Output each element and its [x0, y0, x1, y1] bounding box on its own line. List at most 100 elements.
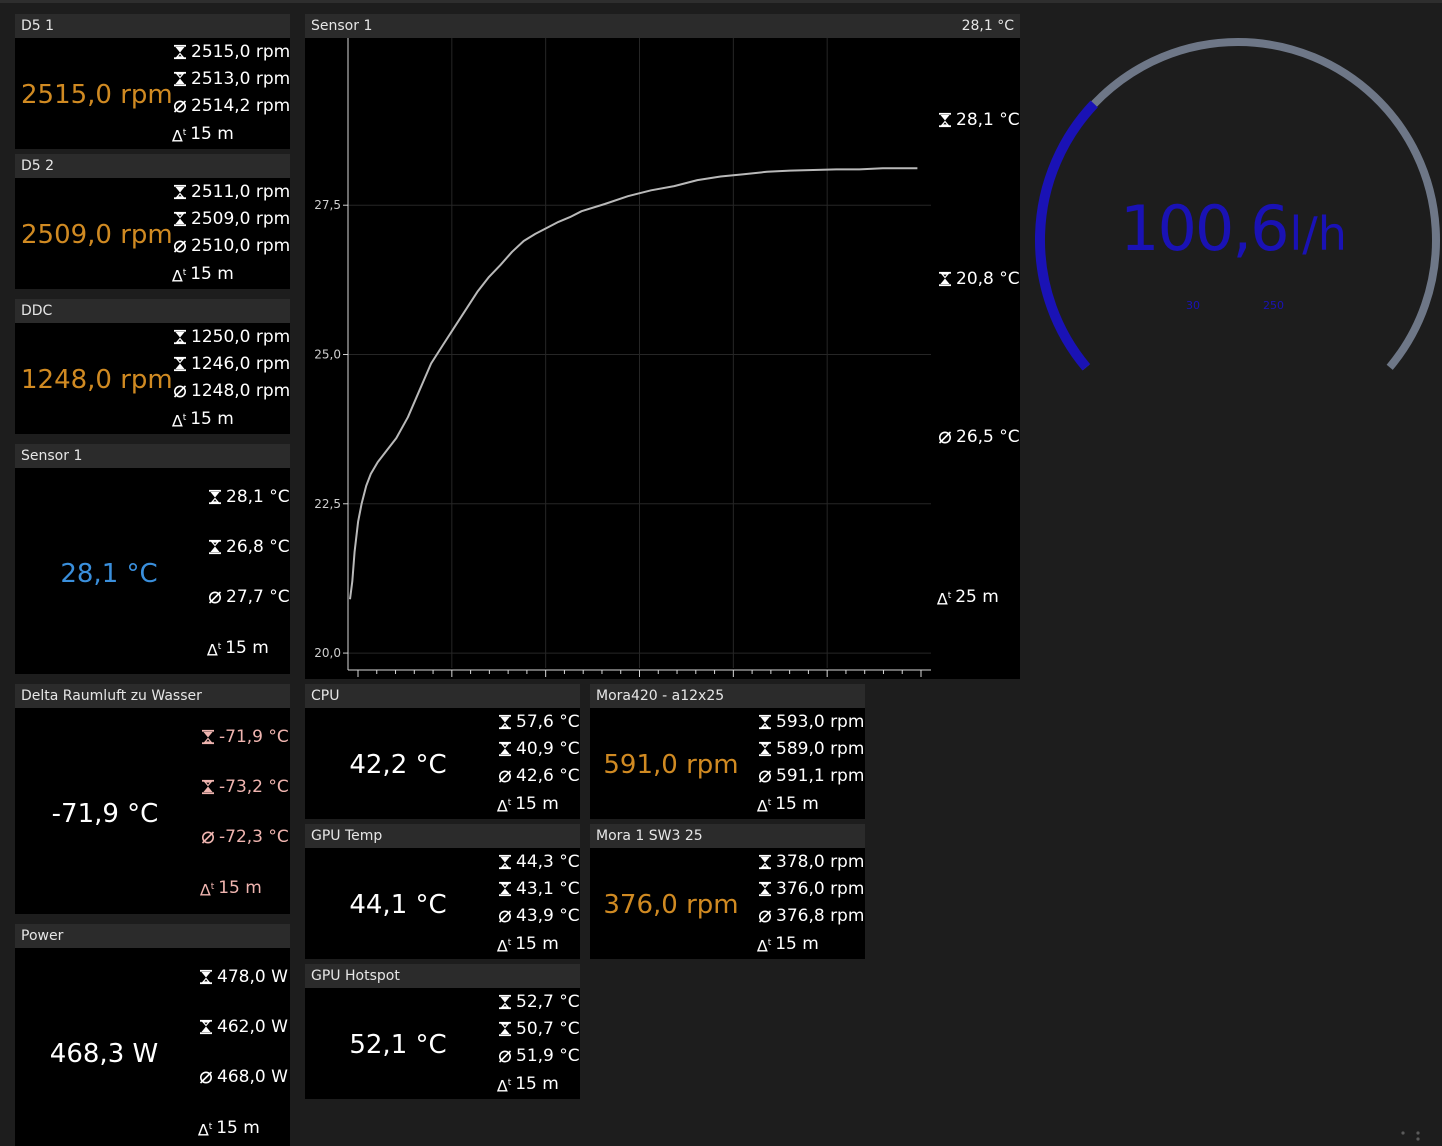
stat-max-value: 593,0 rpm	[776, 712, 865, 732]
max-icon	[497, 994, 513, 1010]
stat-min-value: 1246,0 rpm	[191, 353, 291, 374]
panel-power[interactable]: Power 468,3 W 478,0 W 462,0 W 468,0 W ∆t…	[15, 924, 290, 1146]
stat-avg: 42,6 °C	[497, 765, 580, 787]
stat-min-value: 589,0 rpm	[776, 738, 865, 759]
stat-avg-value: 468,0 W	[217, 1066, 288, 1087]
max-icon	[757, 854, 773, 870]
stat-avg: 43,9 °C	[497, 905, 580, 927]
panel-title: DDC	[21, 303, 53, 319]
stat-span: ∆t 15 m	[757, 932, 864, 957]
panel-d5-1[interactable]: D5 1 2515,0 rpm 2515,0 rpm 2513,0 rpm 25…	[15, 14, 290, 149]
stat-avg: 1248,0 rpm	[172, 380, 290, 402]
min-icon	[497, 741, 513, 757]
panel-cpu[interactable]: CPU 42,2 °C 57,6 °C 40,9 °C 42,6 °C ∆t 15…	[305, 684, 580, 819]
panel-ddc[interactable]: DDC 1248,0 rpm 1250,0 rpm 1246,0 rpm 124…	[15, 299, 290, 434]
stat-span: ∆t 15 m	[172, 122, 290, 147]
panel-header: GPU Hotspot	[305, 964, 580, 988]
stat-avg-value: 27,7 °C	[226, 586, 290, 607]
max-icon	[200, 729, 216, 745]
stat-min-value: -73,2 °C	[219, 776, 289, 797]
panel-title: GPU Temp	[311, 828, 383, 844]
stat-span: ∆t 15 m	[497, 792, 580, 817]
panel-mora420[interactable]: Mora420 - a12x25 591,0 rpm 593,0 rpm 589…	[590, 684, 865, 819]
stat-avg-value: 2510,0 rpm	[191, 235, 291, 256]
panel-header: Sensor 1	[15, 444, 290, 468]
current-value: 42,2 °C	[349, 750, 447, 780]
stat-min-value: 462,0 W	[217, 1016, 288, 1037]
panel-header: Mora420 - a12x25	[590, 684, 865, 708]
avg-icon	[757, 908, 773, 924]
panel-sensor-1[interactable]: Sensor 1 28,1 °C 28,1 °C 26,8 °C 27,7 °C…	[15, 444, 290, 674]
panel-title: D5 1	[21, 18, 55, 34]
panel-header: D5 2	[15, 154, 290, 178]
panel-header: Delta Raumluft zu Wasser	[15, 684, 290, 708]
chart-stats: 28,1 °C 20,8 °C 26,5 °C ∆t 25 m	[937, 109, 1020, 610]
stat-max-value: 52,7 °C	[516, 992, 580, 1012]
avg-icon	[207, 589, 223, 605]
resize-grip-icon[interactable]	[1398, 1128, 1422, 1142]
stat-span: ∆t 15 m	[757, 792, 864, 817]
max-icon	[207, 489, 223, 505]
panel-gpu-temp[interactable]: GPU Temp 44,1 °C 44,3 °C 43,1 °C 43,9 °C…	[305, 824, 580, 959]
max-icon	[497, 714, 513, 730]
panel-title: GPU Hotspot	[311, 968, 400, 984]
panel-header: Power	[15, 924, 290, 948]
avg-icon	[200, 829, 216, 845]
current-value: -71,9 °C	[51, 799, 159, 829]
avg-icon	[497, 768, 513, 784]
stats: 593,0 rpm 589,0 rpm 591,1 rpm ∆t 15 m	[757, 711, 864, 817]
stat-max: 2511,0 rpm	[172, 181, 290, 203]
stat-min-value: 50,7 °C	[516, 1018, 580, 1039]
stat-max: 57,6 °C	[497, 711, 580, 733]
stat-min: 376,0 rpm	[757, 878, 864, 900]
stat-max: 1250,0 rpm	[172, 326, 290, 348]
avg-icon	[172, 383, 188, 399]
stat-max: 593,0 rpm	[757, 711, 864, 733]
header-current-value: 28,1 °C	[961, 18, 1014, 34]
panel-gpu-hotspot[interactable]: GPU Hotspot 52,1 °C 52,7 °C 50,7 °C 51,9…	[305, 964, 580, 1099]
panel-d5-2[interactable]: D5 2 2509,0 rpm 2511,0 rpm 2509,0 rpm 25…	[15, 154, 290, 289]
panel-title: Delta Raumluft zu Wasser	[21, 688, 202, 704]
delta-t-icon: ∆t	[497, 796, 512, 815]
stat-max: 28,1 °C	[207, 486, 290, 508]
current-value: 44,1 °C	[349, 890, 447, 920]
stat-min: 2513,0 rpm	[172, 68, 290, 90]
max-icon	[172, 44, 188, 60]
stat-span-value: 15 m	[216, 1118, 260, 1139]
stat-min: 20,8 °C	[937, 268, 1020, 290]
panel-sensor-1-chart[interactable]: Sensor 1 28,1 °C 20,0 22,5 25,0 27,5 28,1 °…	[305, 14, 1020, 679]
stat-avg: 2510,0 rpm	[172, 235, 290, 257]
current-value: 52,1 °C	[349, 1030, 447, 1060]
stat-max-value: 28,1 °C	[956, 110, 1020, 130]
stat-avg-value: 43,9 °C	[516, 905, 580, 926]
stat-span-value: 15 m	[515, 1074, 559, 1095]
stat-min-value: 43,1 °C	[516, 878, 580, 899]
stat-avg-value: 51,9 °C	[516, 1045, 580, 1066]
panel-header: Sensor 1 28,1 °C	[305, 14, 1020, 38]
stat-max-value: 2511,0 rpm	[191, 182, 291, 202]
avg-icon	[497, 908, 513, 924]
stat-span-value: 15 m	[190, 264, 234, 285]
stat-span: ∆t 15 m	[497, 932, 580, 957]
current-value: 28,1 °C	[60, 559, 158, 589]
stat-span: ∆t 15 m	[172, 262, 290, 287]
line-chart: 20,0 22,5 25,0 27,5	[314, 38, 931, 677]
panel-mora1[interactable]: Mora 1 SW3 25 376,0 rpm 378,0 rpm 376,0 …	[590, 824, 865, 959]
max-icon	[757, 714, 773, 730]
stat-avg-value: 2514,2 rpm	[191, 95, 291, 116]
stat-max-value: -71,9 °C	[219, 727, 289, 747]
y-tick-label: 25,0	[314, 347, 341, 361]
stat-span-value: 15 m	[190, 409, 234, 430]
avg-icon	[172, 238, 188, 254]
panel-delta-raumluft[interactable]: Delta Raumluft zu Wasser -71,9 °C -71,9 …	[15, 684, 290, 914]
stat-max: 378,0 rpm	[757, 851, 864, 873]
current-value: 376,0 rpm	[603, 890, 739, 920]
stat-min-value: 2513,0 rpm	[191, 68, 291, 89]
stat-min: 26,8 °C	[207, 536, 290, 558]
flow-gauge[interactable]: 100,6l/h 30 250	[1025, 30, 1442, 430]
avg-icon	[198, 1069, 214, 1085]
panel-header: Mora 1 SW3 25	[590, 824, 865, 848]
stat-span-value: 25 m	[955, 587, 999, 608]
stat-min: 40,9 °C	[497, 738, 580, 760]
stat-avg-value: 591,1 rpm	[776, 765, 865, 786]
